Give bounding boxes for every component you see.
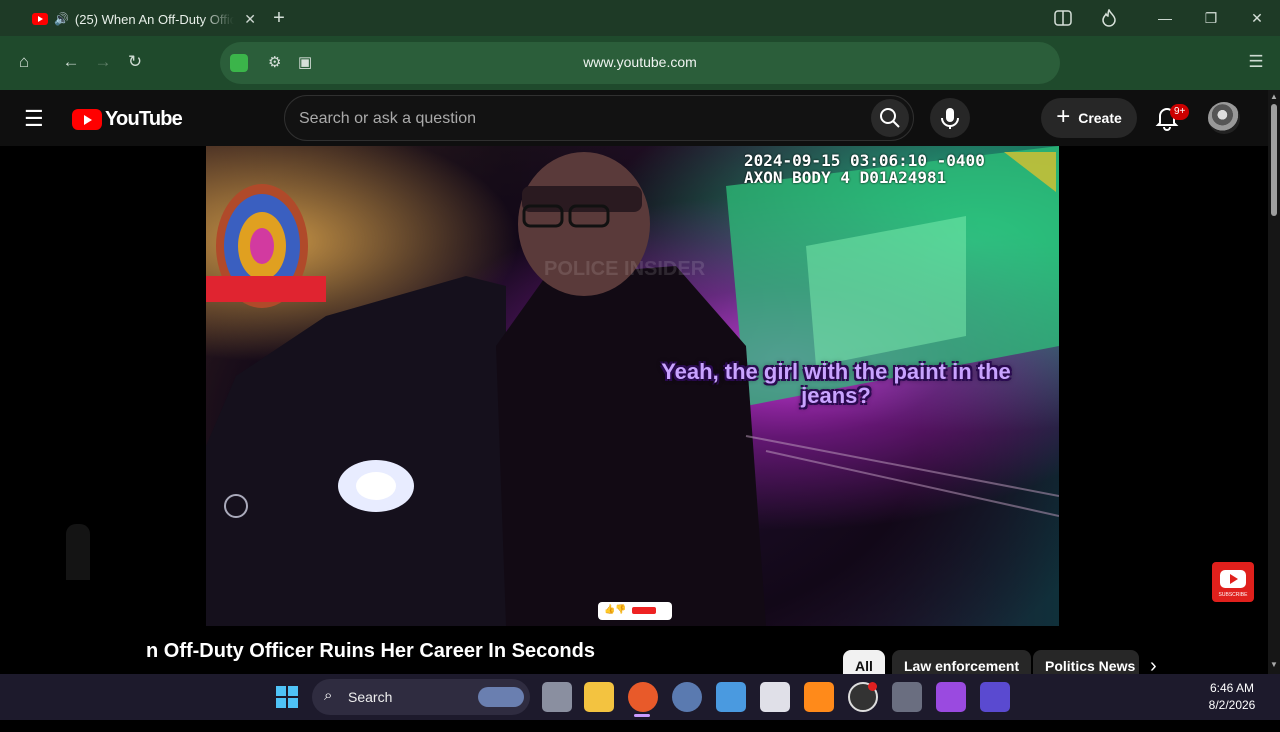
subscribe-label: SUBSCRIBE	[1218, 592, 1248, 598]
voice-search-button[interactable]	[930, 98, 970, 138]
close-window-button[interactable]: ✕	[1234, 0, 1280, 36]
tab-title: (25) When An Off-Duty Officer Ruins Her …	[74, 11, 235, 27]
fire-icon[interactable]	[1086, 0, 1132, 36]
minimize-button[interactable]: —	[1142, 0, 1188, 36]
restore-button[interactable]: ❐	[1188, 0, 1234, 36]
menu-icon[interactable]: ☰	[1242, 48, 1270, 76]
search-placeholder: Search or ask a question	[299, 110, 476, 127]
guide-menu-icon[interactable]: ☰	[24, 106, 44, 132]
clipchamp-icon[interactable]	[936, 682, 966, 712]
play-logo-icon	[1220, 570, 1246, 588]
browser-tab[interactable]: 🔊 (25) When An Off-Duty Officer Ruins He…	[24, 4, 256, 34]
taskbar-search-input[interactable]: ⌕ Search	[312, 679, 530, 715]
search-icon	[880, 108, 900, 128]
recording-dot-icon	[868, 682, 877, 691]
file-explorer-icon[interactable]	[584, 682, 614, 712]
search-highlight-icon	[478, 687, 524, 707]
calculator-icon[interactable]	[892, 682, 922, 712]
thumbs-icon: 👍👎	[604, 604, 627, 614]
active-app-indicator	[634, 714, 650, 717]
subscribe-pill	[632, 607, 656, 614]
like-subscribe-overlay: 👍👎	[598, 602, 672, 620]
notification-badge: 9+	[1170, 104, 1190, 120]
scrollbar-thumb[interactable]	[1271, 104, 1277, 216]
scroll-up-icon[interactable]: ▲	[1270, 92, 1278, 101]
taskbar-search-placeholder: Search	[348, 689, 393, 705]
home-icon[interactable]: ⌂	[10, 48, 38, 76]
microphone-icon	[941, 108, 959, 129]
fl-studio-icon[interactable]	[804, 682, 834, 712]
youtube-logo[interactable]: YouTube	[72, 108, 183, 131]
search-icon: ⌕	[324, 687, 333, 704]
back-icon[interactable]: ←	[57, 48, 85, 76]
watch-page: POLICE INSIDER 2024-09-15 03:06:10 -0400…	[0, 146, 1268, 732]
avatar[interactable]	[1208, 102, 1240, 134]
system-clock[interactable]: 6:46 AM 8/2/2026	[1196, 680, 1268, 714]
subscribe-icon[interactable]: SUBSCRIBE	[1212, 562, 1254, 602]
channel-watermark: POLICE INSIDER	[544, 258, 706, 280]
youtube-play-icon	[72, 109, 102, 130]
speaker-icon[interactable]: 🔊	[54, 12, 69, 26]
youtube-favicon-icon	[32, 13, 48, 25]
video-title: n Off-Duty Officer Ruins Her Career In S…	[146, 640, 595, 662]
video-player[interactable]: POLICE INSIDER 2024-09-15 03:06:10 -0400…	[206, 146, 1059, 626]
scroll-down-icon[interactable]: ▼	[1270, 660, 1278, 669]
tab-close-icon[interactable]: ✕	[244, 11, 256, 28]
duckduckgo-browser-icon[interactable]	[628, 682, 658, 712]
browser-toolbar: ⌂ ← → ↻ ⚙ ▣ www.youtube.com ☰	[0, 36, 1280, 90]
background-silhouette	[66, 524, 90, 584]
browser-tab-bar: 🔊 (25) When An Off-Duty Officer Ruins He…	[0, 0, 1280, 36]
create-label: Create	[1078, 110, 1122, 126]
scrollbar[interactable]: ▲ ▼	[1268, 90, 1280, 674]
forward-icon[interactable]: →	[89, 48, 117, 76]
bodycam-timestamp: 2024-09-15 03:06:10 -0400 AXON BODY 4 D0…	[744, 152, 985, 186]
youtube-header: ☰ YouTube Search or ask a question + Cre…	[0, 90, 1268, 146]
plus-icon: +	[1056, 103, 1071, 130]
youtube-wordmark: YouTube	[105, 108, 183, 130]
taskbar: ⌕ Search 6:46 AM 8/2/2026	[0, 674, 1280, 720]
reload-icon[interactable]: ↻	[121, 48, 149, 76]
address-bar[interactable]: ⚙ ▣ www.youtube.com	[220, 42, 1060, 84]
video-caption: Yeah, the girl with the paint in the jea…	[661, 359, 1011, 408]
start-windows-icon[interactable]	[272, 682, 302, 712]
search-button[interactable]	[871, 99, 909, 137]
clock-time: 6:46 AM	[1209, 681, 1255, 695]
create-button[interactable]: + Create	[1041, 98, 1137, 138]
sidebar-toggle-icon[interactable]	[1040, 0, 1086, 36]
osd-line-2: AXON BODY 4 D01A24981	[744, 168, 947, 187]
clock-date: 8/2/2026	[1208, 698, 1256, 712]
url-text: www.youtube.com	[583, 54, 697, 70]
notes-app-icon[interactable]	[980, 682, 1010, 712]
task-view-icon[interactable]	[542, 682, 572, 712]
search-input[interactable]: Search or ask a question	[284, 95, 914, 141]
snipping-tool-icon[interactable]	[760, 682, 790, 712]
notepad-icon[interactable]	[716, 682, 746, 712]
settings-gear-icon[interactable]	[672, 682, 702, 712]
new-tab-button[interactable]: +	[256, 0, 302, 36]
osd-line-1: 2024-09-15 03:06:10 -0400	[744, 151, 985, 170]
